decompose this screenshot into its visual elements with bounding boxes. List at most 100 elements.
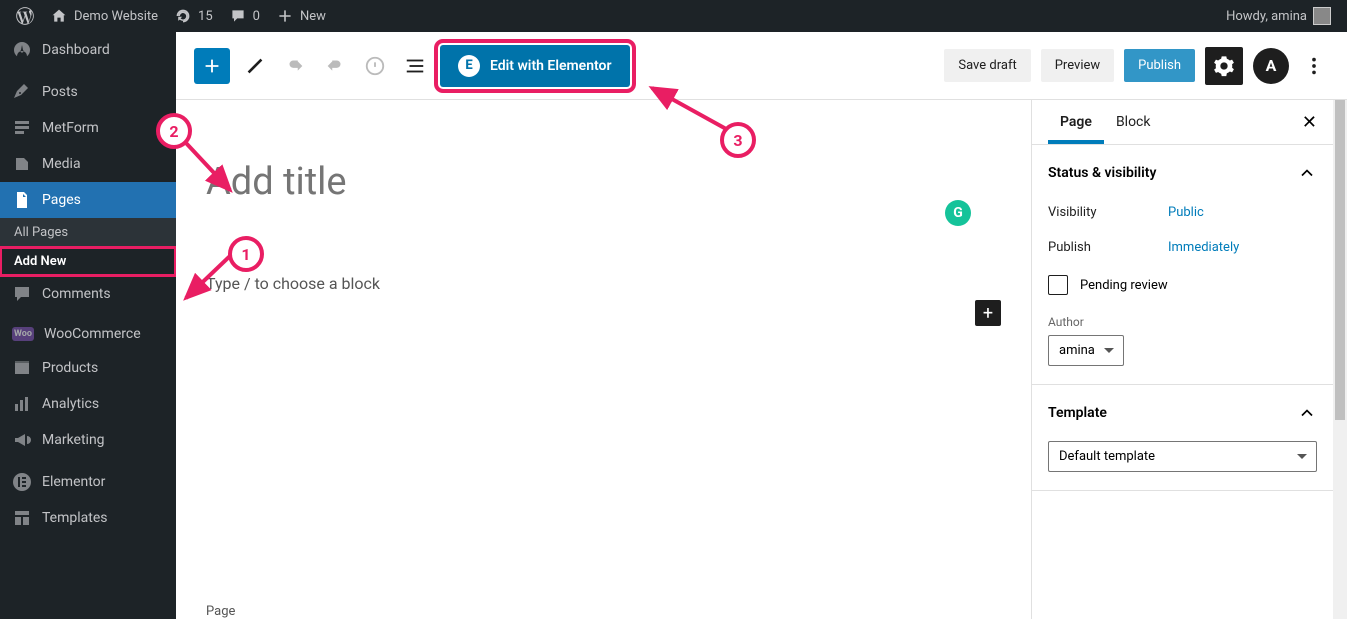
adminbar-updates[interactable]: 15	[166, 0, 221, 32]
panel-template: Template Default template	[1032, 385, 1333, 491]
sidebar-item-marketing[interactable]: Marketing	[0, 422, 176, 458]
sidebar-item-metform[interactable]: MetForm	[0, 110, 176, 146]
publish-value[interactable]: Immediately	[1168, 240, 1239, 255]
updates-icon	[174, 7, 192, 25]
options-button[interactable]	[1299, 51, 1329, 81]
panel-title: Template	[1048, 405, 1107, 421]
annotation-marker-3: 3	[720, 122, 756, 158]
settings-button[interactable]	[1205, 47, 1243, 85]
preview-button[interactable]: Preview	[1041, 49, 1114, 82]
sidebar-item-posts[interactable]: Posts	[0, 74, 176, 110]
editor-body: Type / to choose a block + G Page Page B…	[176, 100, 1347, 619]
media-icon	[12, 154, 32, 174]
submenu-add-new[interactable]: Add New	[0, 247, 176, 276]
sidebar-item-label: Dashboard	[42, 42, 110, 58]
panel-status-visibility: Status & visibility Visibility Public Pu…	[1032, 145, 1333, 385]
sidebar-item-templates[interactable]: Templates	[0, 500, 176, 536]
products-icon	[12, 358, 32, 378]
sidebar-item-media[interactable]: Media	[0, 146, 176, 182]
admin-bar: Demo Website 15 0 New Howdy, amina	[0, 0, 1347, 32]
howdy-text: Howdy, amina	[1226, 9, 1307, 24]
author-value: amina	[1059, 343, 1095, 358]
tab-page[interactable]: Page	[1048, 100, 1104, 144]
author-select[interactable]: amina	[1048, 335, 1124, 366]
save-draft-button[interactable]: Save draft	[944, 49, 1030, 82]
metform-icon	[12, 118, 32, 138]
publish-button[interactable]: Publish	[1124, 49, 1195, 82]
sidebar-item-label: Analytics	[42, 396, 99, 412]
home-icon	[50, 7, 68, 25]
pin-icon	[12, 82, 32, 102]
publish-label: Publish	[1048, 240, 1168, 255]
sidebar-item-analytics[interactable]: Analytics	[0, 386, 176, 422]
editor-toolbar: E Edit with Elementor Save draft Preview…	[176, 32, 1347, 100]
astra-button[interactable]: A	[1253, 48, 1289, 84]
update-count: 15	[198, 9, 213, 24]
redo-button[interactable]	[320, 51, 350, 81]
comment-icon	[229, 7, 247, 25]
undo-button[interactable]	[280, 51, 310, 81]
sidebar-item-label: Pages	[42, 192, 81, 208]
pending-review-label: Pending review	[1080, 278, 1168, 293]
breadcrumb[interactable]: Page	[206, 604, 235, 619]
annotation-marker-2: 2	[156, 113, 192, 149]
visibility-value[interactable]: Public	[1168, 205, 1204, 220]
sidebar-item-label: Media	[42, 156, 81, 172]
details-button[interactable]	[360, 51, 390, 81]
sidebar-item-label: Products	[42, 360, 98, 376]
annotation-marker-1: 1	[228, 236, 264, 272]
close-inspector-button[interactable]: ✕	[1302, 112, 1317, 133]
adminbar-comments[interactable]: 0	[221, 0, 268, 32]
sidebar-item-label: Templates	[42, 510, 108, 526]
marketing-icon	[12, 430, 32, 450]
author-label: Author	[1048, 315, 1317, 329]
visibility-label: Visibility	[1048, 205, 1168, 220]
dashboard-icon	[12, 40, 32, 60]
comments-icon	[12, 284, 32, 304]
edit-with-elementor-button[interactable]: E Edit with Elementor	[440, 45, 630, 87]
sidebar-item-comments[interactable]: Comments	[0, 276, 176, 312]
sidebar-item-elementor[interactable]: Elementor	[0, 464, 176, 500]
template-select[interactable]: Default template	[1048, 441, 1317, 472]
tools-button[interactable]	[240, 51, 270, 81]
inspector-scrollbar[interactable]	[1333, 100, 1347, 619]
sidebar-item-products[interactable]: Products	[0, 350, 176, 386]
template-value: Default template	[1059, 449, 1155, 464]
adminbar-site-name[interactable]: Demo Website	[42, 0, 166, 32]
new-label: New	[300, 9, 326, 24]
sidebar-item-label: WooCommerce	[44, 326, 141, 342]
block-placeholder-text[interactable]: Type / to choose a block	[206, 274, 380, 293]
adminbar-new[interactable]: New	[268, 0, 334, 32]
sidebar-submenu-pages: All Pages Add New	[0, 218, 176, 276]
tab-block[interactable]: Block	[1104, 100, 1163, 144]
adminbar-howdy[interactable]: Howdy, amina	[1218, 0, 1339, 32]
adminbar-wp-logo[interactable]	[8, 0, 42, 32]
templates-icon	[12, 508, 32, 528]
panel-status-toggle[interactable]: Status & visibility	[1048, 163, 1317, 183]
analytics-icon	[12, 394, 32, 414]
sidebar-item-woocommerce[interactable]: Woo WooCommerce	[0, 318, 176, 350]
inline-inserter-button[interactable]: +	[975, 300, 1001, 326]
grammarly-icon[interactable]: G	[945, 200, 971, 226]
editor-canvas[interactable]: Type / to choose a block + G Page	[176, 100, 1031, 619]
wordpress-logo-icon	[16, 7, 34, 25]
elementor-button-label: Edit with Elementor	[490, 58, 612, 74]
sidebar-item-label: Comments	[42, 286, 111, 302]
submenu-all-pages[interactable]: All Pages	[0, 218, 176, 247]
sidebar-item-label: Posts	[42, 84, 78, 100]
sidebar-item-label: Marketing	[42, 432, 105, 448]
pages-icon	[12, 190, 32, 210]
block-inserter-button[interactable]	[194, 48, 230, 84]
pending-review-checkbox[interactable]	[1048, 275, 1068, 295]
chevron-up-icon	[1297, 163, 1317, 183]
post-title-input[interactable]	[206, 160, 966, 204]
panel-template-toggle[interactable]: Template	[1048, 403, 1317, 423]
outline-button[interactable]	[400, 51, 430, 81]
elementor-icon	[12, 472, 32, 492]
panel-title: Status & visibility	[1048, 165, 1156, 181]
inspector-sidebar: Page Block ✕ Status & visibility Visibil…	[1031, 100, 1347, 619]
sidebar-item-label: Elementor	[42, 474, 105, 490]
sidebar-item-pages[interactable]: Pages	[0, 182, 176, 218]
sidebar-item-dashboard[interactable]: Dashboard	[0, 32, 176, 68]
avatar	[1313, 7, 1331, 25]
